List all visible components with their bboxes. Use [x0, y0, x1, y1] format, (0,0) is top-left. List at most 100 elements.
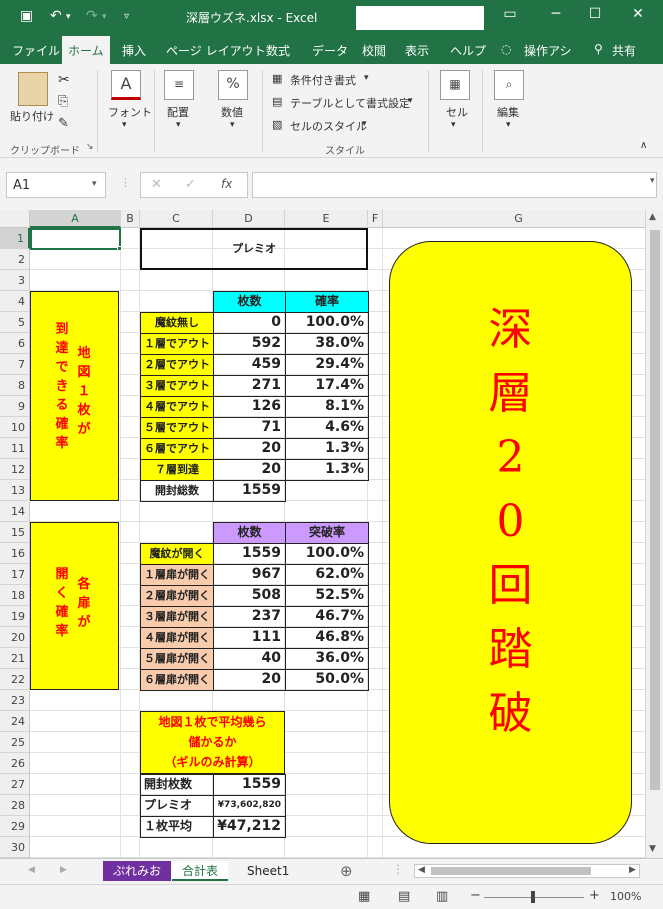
table-row-label[interactable]: ４層でアウト: [140, 396, 214, 418]
page-layout-view-icon[interactable]: ▤: [398, 889, 410, 904]
column-header[interactable]: G: [383, 210, 655, 228]
redo-dropdown-icon[interactable]: ▾: [102, 12, 107, 22]
clipboard-launcher-icon[interactable]: ↘: [86, 142, 94, 152]
row-header[interactable]: 28: [0, 795, 30, 816]
format-as-table-button[interactable]: テーブルとして書式設定: [290, 95, 410, 111]
row-header[interactable]: 22: [0, 669, 30, 690]
number-dropdown-icon[interactable]: ▾: [230, 120, 235, 130]
format-painter-icon[interactable]: ✎: [58, 116, 69, 131]
save-icon[interactable]: ▣: [20, 8, 33, 24]
column-header[interactable]: B: [121, 210, 140, 228]
table-row-label[interactable]: ７層到達: [140, 459, 214, 481]
table-row-label[interactable]: 魔紋が開く: [140, 543, 214, 565]
table-rate[interactable]: 46.7%: [285, 606, 369, 628]
sheet-tab-sheet1[interactable]: Sheet1: [237, 861, 299, 881]
collapse-ribbon-icon[interactable]: ∧: [640, 140, 647, 151]
horizontal-scroll-thumb[interactable]: [431, 867, 591, 875]
table-row-label[interactable]: １層でアウト: [140, 333, 214, 355]
vertical-scrollbar[interactable]: ▲ ▼: [645, 210, 663, 858]
redo-icon[interactable]: ↷: [86, 8, 98, 24]
prev-sheet-icon[interactable]: ◀: [28, 865, 35, 875]
row-header[interactable]: 30: [0, 837, 30, 858]
table-count[interactable]: 111: [213, 627, 286, 649]
table-row-label[interactable]: ６層でアウト: [140, 438, 214, 460]
vertical-scroll-thumb[interactable]: [650, 230, 660, 790]
scroll-down-icon[interactable]: ▼: [649, 844, 656, 854]
table-rate[interactable]: 38.0%: [285, 333, 369, 355]
tab-review[interactable]: 校閲: [362, 42, 386, 59]
row-header[interactable]: 18: [0, 585, 30, 606]
tab-help[interactable]: ヘルプ: [450, 42, 486, 59]
alignment-dropdown-icon[interactable]: ▾: [176, 120, 181, 130]
summary-value[interactable]: ¥73,602,820: [213, 795, 286, 817]
scroll-left-icon[interactable]: ◀: [418, 865, 425, 875]
cells-dropdown-icon[interactable]: ▾: [451, 120, 456, 130]
summary-value[interactable]: ¥47,212: [213, 816, 286, 838]
row-header[interactable]: 23: [0, 690, 30, 711]
table-count[interactable]: 592: [213, 333, 286, 355]
row-header[interactable]: 16: [0, 543, 30, 564]
paste-icon[interactable]: [18, 72, 48, 106]
worksheet-grid[interactable]: ABCDEFG 1 2 3 4 5 6 7 8 9 10 11 12 13 14 15 16 17 18 19 20 2…: [0, 210, 663, 858]
sheet-tab-premio[interactable]: ぷれみお: [103, 861, 172, 881]
column-header[interactable]: A: [30, 210, 121, 228]
table-row-label[interactable]: １層扉が開く: [140, 564, 214, 586]
total-value[interactable]: 1559: [213, 480, 286, 502]
banner-shape[interactable]: 深層 2 0 回踏破: [389, 241, 632, 844]
enter-icon[interactable]: ✓: [185, 177, 196, 192]
zoom-in-icon[interactable]: +: [589, 888, 600, 903]
table-count[interactable]: 508: [213, 585, 286, 607]
close-button[interactable]: ✕: [628, 6, 648, 22]
percent-icon[interactable]: %: [218, 70, 248, 100]
table-count[interactable]: 967: [213, 564, 286, 586]
sheet-tab-summary[interactable]: 合計表: [172, 861, 229, 881]
formula-input[interactable]: [252, 172, 657, 198]
cut-icon[interactable]: ✂: [58, 72, 70, 88]
copy-icon[interactable]: ⎘: [58, 94, 68, 109]
alignment-button[interactable]: 配置: [167, 104, 189, 120]
horizontal-scrollbar[interactable]: ◀ ▶: [414, 864, 640, 878]
share-button[interactable]: 共有: [612, 42, 636, 59]
reach-probability-box[interactable]: 地図 １ 枚が 到達できる確率: [30, 291, 119, 501]
number-button[interactable]: 数値: [221, 104, 243, 120]
row-header[interactable]: 11: [0, 438, 30, 459]
magnifier-icon[interactable]: ⌕: [494, 70, 524, 100]
row-header[interactable]: 8: [0, 375, 30, 396]
row-header[interactable]: 10: [0, 417, 30, 438]
customize-qat-icon[interactable]: ▿: [124, 11, 129, 22]
table-count[interactable]: 126: [213, 396, 286, 418]
editing-dropdown-icon[interactable]: ▾: [506, 120, 511, 130]
font-button[interactable]: フォント: [108, 104, 152, 120]
table-rate[interactable]: 100.0%: [285, 543, 369, 565]
tab-insert[interactable]: 挿入: [122, 42, 146, 59]
summary-label[interactable]: １枚平均: [140, 816, 214, 838]
table-rate[interactable]: 1.3%: [285, 459, 369, 481]
table-count[interactable]: 20: [213, 669, 286, 691]
fill-handle[interactable]: [117, 246, 122, 251]
row-header[interactable]: 27: [0, 774, 30, 795]
table-count[interactable]: 1559: [213, 543, 286, 565]
column-header[interactable]: E: [285, 210, 368, 228]
tab-formulas[interactable]: 数式: [266, 42, 290, 59]
cancel-icon[interactable]: ✕: [151, 177, 162, 192]
row-header[interactable]: 6: [0, 333, 30, 354]
tab-home[interactable]: ホーム: [62, 36, 110, 64]
add-sheet-icon[interactable]: ⊕: [340, 862, 353, 880]
next-sheet-icon[interactable]: ▶: [60, 865, 67, 875]
row-header[interactable]: 9: [0, 396, 30, 417]
zoom-level[interactable]: 100%: [610, 890, 641, 903]
account-box[interactable]: [356, 6, 484, 30]
row-header[interactable]: 19: [0, 606, 30, 627]
maximize-button[interactable]: ☐: [585, 6, 605, 22]
row-header[interactable]: 13: [0, 480, 30, 501]
tab-file[interactable]: ファイル: [12, 42, 60, 59]
row-header[interactable]: 24: [0, 711, 30, 732]
summary-label[interactable]: 開封枚数: [140, 774, 214, 796]
row-header[interactable]: 7: [0, 354, 30, 375]
row-header[interactable]: 25: [0, 732, 30, 753]
table-rate[interactable]: 62.0%: [285, 564, 369, 586]
insert-function-button[interactable]: fx: [221, 177, 232, 191]
title-cell[interactable]: プレミオ: [140, 228, 368, 270]
cell-styles-dropdown-icon[interactable]: ▾: [362, 119, 367, 129]
table-header[interactable]: 突破率: [285, 522, 369, 544]
